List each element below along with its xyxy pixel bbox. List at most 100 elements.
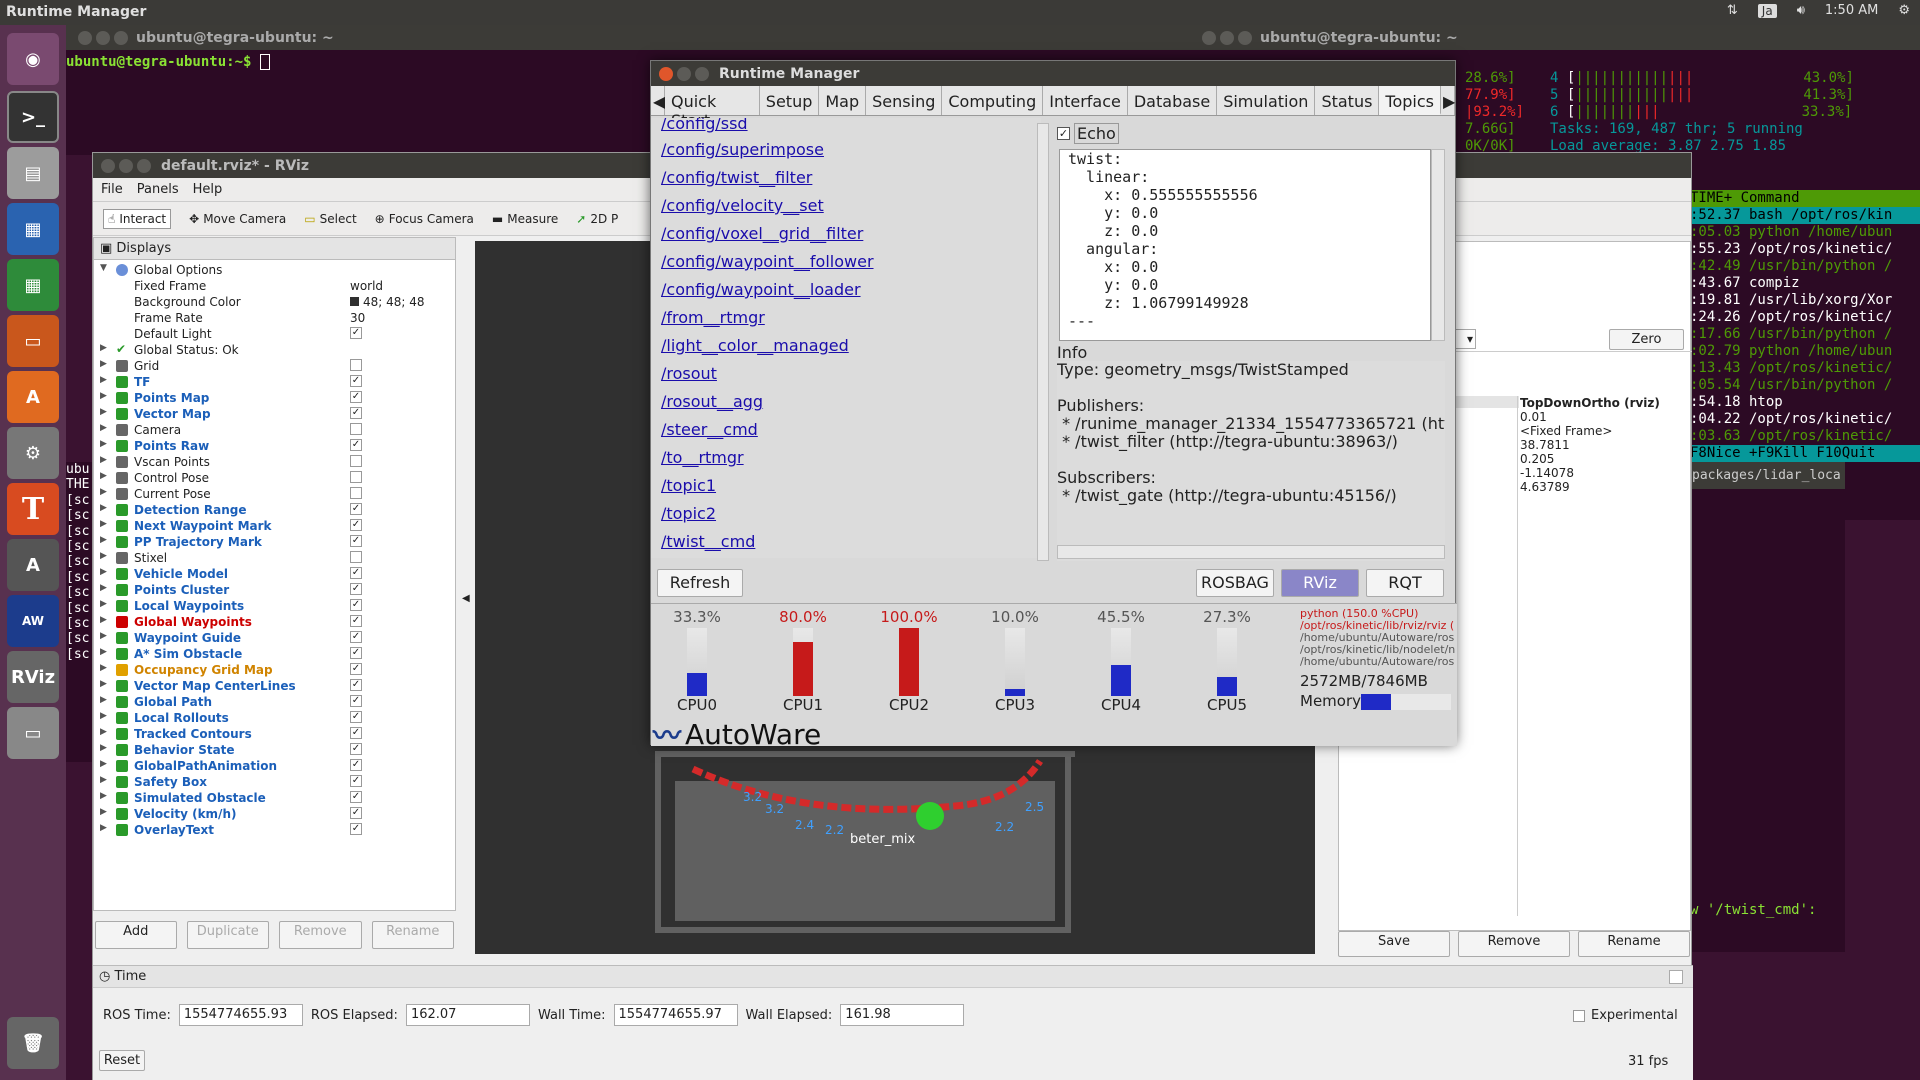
topic-link[interactable]: /rosout	[651, 360, 1041, 388]
display-vehicle-model[interactable]: ▶ Vehicle Model ✓	[94, 566, 455, 582]
expand-arrow-icon[interactable]: ▶	[100, 647, 107, 657]
display-property[interactable]: Frame Rate 30	[94, 310, 455, 326]
system-settings-icon[interactable]: ⚙	[7, 427, 59, 479]
display-enable-checkbox[interactable]	[350, 487, 362, 499]
property-checkbox[interactable]: ✓	[350, 327, 362, 339]
writer-launcher-icon[interactable]: ▦	[7, 203, 59, 255]
topic-link[interactable]: /config/waypoint__loader	[651, 276, 1041, 304]
expand-arrow-icon[interactable]: ▶	[100, 743, 107, 753]
display-enable-checkbox[interactable]: ✓	[350, 711, 362, 723]
htop-process-row[interactable]: :02.79 python /home/ubun	[1690, 343, 1920, 360]
experimental-checkbox[interactable]	[1573, 1009, 1585, 1022]
expand-arrow-icon[interactable]: ▶	[100, 487, 107, 497]
experimental-option[interactable]: Experimental	[1573, 1008, 1678, 1023]
tab-sensing[interactable]: Sensing	[866, 86, 943, 115]
display-enable-checkbox[interactable]: ✓	[350, 599, 362, 611]
view-prop-value[interactable]: 0.205	[1520, 452, 1612, 466]
tool-focus-camera[interactable]: ⊕ Focus Camera	[375, 212, 474, 226]
display-detection-range[interactable]: ▶ Detection Range ✓	[94, 502, 455, 518]
expand-arrow-icon[interactable]: ▶	[100, 455, 107, 465]
display-enable-checkbox[interactable]: ✓	[350, 807, 362, 819]
files-launcher-icon[interactable]: ▤	[7, 147, 59, 199]
display-global-status[interactable]: ▶ ✔ Global Status: Ok	[94, 342, 455, 358]
tool-measure[interactable]: ▬ Measure	[492, 212, 558, 226]
property-value[interactable]: 48; 48; 48	[350, 295, 425, 309]
rviz-launcher-icon[interactable]: RViz	[7, 651, 59, 703]
display-pp-trajectory-mark[interactable]: ▶ PP Trajectory Mark ✓	[94, 534, 455, 550]
expand-arrow-icon[interactable]: ▶	[100, 535, 107, 545]
ubuntu-dash-icon[interactable]: ◉	[7, 33, 59, 85]
htop-process-row[interactable]: :54.18 htop	[1690, 394, 1920, 411]
refresh-button[interactable]: Refresh	[657, 569, 743, 597]
view-prop-value[interactable]: 0.01	[1520, 410, 1612, 424]
display-occupancy-grid-map[interactable]: ▶ Occupancy Grid Map ✓	[94, 662, 455, 678]
impress-launcher-icon[interactable]: ▭	[7, 315, 59, 367]
display-control-pose[interactable]: ▶ Control Pose	[94, 470, 455, 486]
background-terminal-right[interactable]: packages/lidar_loca w '/twist_cmd':	[1690, 462, 1845, 952]
wall-time-field[interactable]: 1554774655.97	[613, 1004, 738, 1026]
menu-file[interactable]: File	[101, 182, 123, 197]
trash-icon[interactable]: 🗑︎	[7, 1017, 59, 1069]
display-enable-checkbox[interactable]	[350, 359, 362, 371]
expand-arrow-icon[interactable]: ▶	[100, 807, 107, 817]
software-updater-icon[interactable]: A	[7, 539, 59, 591]
display-enable-checkbox[interactable]	[350, 471, 362, 483]
expand-arrow-icon[interactable]: ▶	[100, 391, 107, 401]
float-panel-icon[interactable]	[1669, 970, 1683, 984]
topic-link[interactable]: /to__rtmgr	[651, 444, 1041, 472]
display-camera[interactable]: ▶ Camera	[94, 422, 455, 438]
topic-link[interactable]: /twist__cmd	[651, 528, 1041, 556]
network-icon[interactable]: ⇅	[1727, 3, 1738, 18]
htop-process-row[interactable]: :03.63 /opt/ros/kinetic/	[1690, 428, 1920, 445]
display-enable-checkbox[interactable]: ✓	[350, 519, 362, 531]
close-icon[interactable]	[659, 66, 673, 81]
info-horizontal-scrollbar[interactable]	[1057, 545, 1445, 559]
rosbag-button[interactable]: ROSBAG	[1196, 569, 1274, 597]
topic-link[interactable]: /from__rtmgr	[651, 304, 1041, 332]
display-enable-checkbox[interactable]: ✓	[350, 663, 362, 675]
display-a-sim-obstacle[interactable]: ▶ A* Sim Obstacle ✓	[94, 646, 455, 662]
display-enable-checkbox[interactable]: ✓	[350, 791, 362, 803]
add-display-button[interactable]: Add	[95, 921, 177, 949]
zero-button[interactable]: Zero	[1609, 329, 1684, 350]
display-behavior-state[interactable]: ▶ Behavior State ✓	[94, 742, 455, 758]
topic-link[interactable]: /steer__cmd	[651, 416, 1041, 444]
display-enable-checkbox[interactable]: ✓	[350, 583, 362, 595]
expand-arrow-icon[interactable]: ▶	[100, 551, 107, 561]
expand-arrow-icon[interactable]: ▶	[100, 471, 107, 481]
view-prop-value[interactable]: <Fixed Frame>	[1520, 424, 1612, 438]
display-property[interactable]: Fixed Frame world	[94, 278, 455, 294]
expand-arrow-icon[interactable]: ▶	[100, 439, 107, 449]
topic-link[interactable]: /config/ssd	[651, 118, 1041, 136]
expand-arrow-icon[interactable]: ▶	[100, 695, 107, 705]
expand-arrow-icon[interactable]: ▶	[100, 791, 107, 801]
display-waypoint-guide[interactable]: ▶ Waypoint Guide ✓	[94, 630, 455, 646]
display-enable-checkbox[interactable]: ✓	[350, 695, 362, 707]
remove-view-button[interactable]: Remove	[1458, 931, 1570, 957]
display-tf[interactable]: ▶ TF ✓	[94, 374, 455, 390]
menu-help[interactable]: Help	[193, 182, 223, 197]
tab-scroll-right-icon[interactable]: ▶	[1441, 86, 1455, 115]
display-simulated-obstacle[interactable]: ▶ Simulated Obstacle ✓	[94, 790, 455, 806]
font-viewer-icon[interactable]: T	[7, 483, 59, 535]
display-enable-checkbox[interactable]: ✓	[350, 679, 362, 691]
display-enable-checkbox[interactable]: ✓	[350, 775, 362, 787]
display-vector-map-centerlines[interactable]: ▶ Vector Map CenterLines ✓	[94, 678, 455, 694]
display-global-options[interactable]: ▼ Global Options	[94, 262, 455, 278]
display-overlaytext[interactable]: ▶ OverlayText ✓	[94, 822, 455, 838]
wall-elapsed-field[interactable]: 161.98	[840, 1004, 965, 1026]
topic-link[interactable]: /light__color__managed	[651, 332, 1041, 360]
menu-panels[interactable]: Panels	[137, 182, 179, 197]
tool-move-camera[interactable]: ✥ Move Camera	[189, 212, 286, 226]
expand-arrow-icon[interactable]: ▶	[100, 663, 107, 673]
settings-icon[interactable]: ⚙	[1898, 3, 1910, 18]
display-vscan-points[interactable]: ▶ Vscan Points	[94, 454, 455, 470]
remove-display-button[interactable]: Remove	[279, 921, 362, 949]
rename-display-button[interactable]: Rename	[371, 921, 455, 949]
expand-arrow-icon[interactable]: ▶	[100, 375, 107, 385]
display-points-map[interactable]: ▶ Points Map ✓	[94, 390, 455, 406]
expand-arrow-icon[interactable]: ▶	[100, 615, 107, 625]
keyboard-layout-indicator[interactable]: Ja	[1757, 3, 1777, 18]
expand-arrow-icon[interactable]: ▶	[100, 359, 107, 369]
rviz-button[interactable]: RViz	[1281, 569, 1359, 597]
